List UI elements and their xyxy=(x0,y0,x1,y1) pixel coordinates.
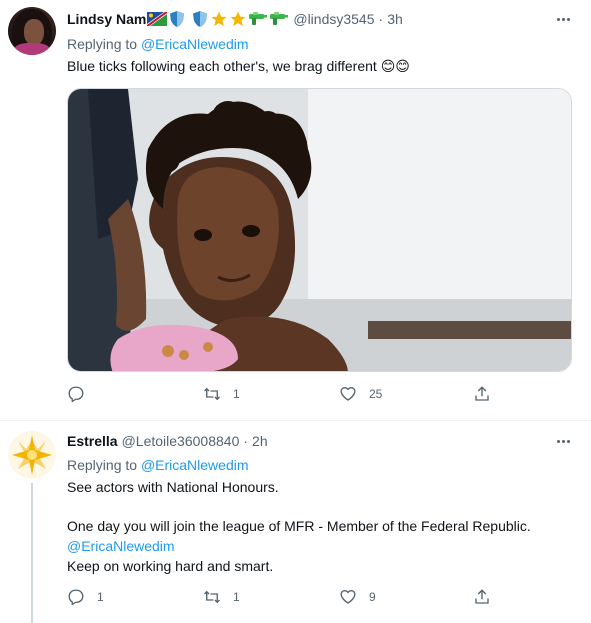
avatar[interactable] xyxy=(8,7,56,55)
tweet-estrella[interactable]: Estrella @Letoile36008840 · 2h Replying … xyxy=(0,421,591,623)
like-button[interactable]: 25 xyxy=(339,385,382,403)
retweet-count: 1 xyxy=(233,387,240,401)
heart-icon xyxy=(339,385,357,403)
tweet-photo[interactable] xyxy=(67,88,572,372)
tweet-actions: 1 25 xyxy=(67,385,507,405)
tweet-header: Lindsy Nam @lindsy3545 · 3h xyxy=(67,10,403,28)
reply-button[interactable] xyxy=(67,385,85,403)
replying-to-label: Replying to xyxy=(67,457,138,473)
replying-to-label: Replying to xyxy=(67,36,138,52)
retweet-count: 1 xyxy=(233,590,240,604)
more-options-icon[interactable] xyxy=(553,433,573,449)
namibia-flag-icon xyxy=(147,12,168,26)
like-count: 9 xyxy=(369,590,376,604)
tweet-text: Blue ticks following each other's, we br… xyxy=(67,58,410,74)
tweet-lindsy[interactable]: Lindsy Nam @lindsy3545 · 3h Replying to … xyxy=(0,0,591,421)
share-button[interactable] xyxy=(473,588,491,606)
retweet-button[interactable]: 1 xyxy=(203,588,240,606)
user-handle[interactable]: @lindsy3545 xyxy=(293,10,374,28)
tweet-text-line-2: One day you will join the league of MFR … xyxy=(67,518,531,534)
share-icon xyxy=(473,588,491,606)
like-count: 25 xyxy=(369,387,383,401)
share-icon xyxy=(473,385,491,403)
star-icon xyxy=(230,11,246,27)
separator-dot: · xyxy=(243,433,249,449)
water-gun-icon xyxy=(249,12,268,25)
reply-count: 1 xyxy=(97,590,104,604)
user-handle[interactable]: @Letoile36008840 xyxy=(122,432,240,450)
separator-dot: · xyxy=(378,11,384,27)
mention-link[interactable]: @EricaNlewedim xyxy=(67,536,175,556)
replying-to: Replying to @EricaNlewedim xyxy=(67,35,249,53)
tweet-header: Estrella @Letoile36008840 · 2h xyxy=(67,432,268,450)
tweet-text-line-1: See actors with National Honours. xyxy=(67,479,279,495)
tweet-actions: 1 1 9 xyxy=(67,588,507,608)
timestamp[interactable]: 3h xyxy=(387,10,403,28)
replying-to: Replying to @EricaNlewedim xyxy=(67,456,249,474)
water-gun-icon xyxy=(270,12,289,25)
name-emojis xyxy=(147,10,289,28)
shield-icon xyxy=(193,11,208,27)
reply-icon xyxy=(67,588,85,606)
display-name[interactable]: Lindsy Nam xyxy=(67,10,146,28)
tweet-text-line-3: Keep on working hard and smart. xyxy=(67,558,274,574)
heart-icon xyxy=(339,588,357,606)
retweet-icon xyxy=(203,588,221,606)
more-options-icon[interactable] xyxy=(553,11,573,27)
star-icon xyxy=(211,11,227,27)
reply-icon xyxy=(67,385,85,403)
display-name[interactable]: Estrella xyxy=(67,432,118,450)
reply-button[interactable]: 1 xyxy=(67,588,104,606)
like-button[interactable]: 9 xyxy=(339,588,376,606)
replying-to-mention[interactable]: @EricaNlewedim xyxy=(141,36,249,52)
retweet-icon xyxy=(203,385,221,403)
replying-to-mention[interactable]: @EricaNlewedim xyxy=(141,457,249,473)
star-avatar-icon xyxy=(12,435,52,475)
shield-icon xyxy=(170,11,185,27)
toddler-photo xyxy=(68,89,571,371)
avatar[interactable] xyxy=(8,431,56,479)
share-button[interactable] xyxy=(473,385,491,403)
retweet-button[interactable]: 1 xyxy=(203,385,240,403)
timestamp[interactable]: 2h xyxy=(252,432,268,450)
thread-line xyxy=(31,483,33,623)
